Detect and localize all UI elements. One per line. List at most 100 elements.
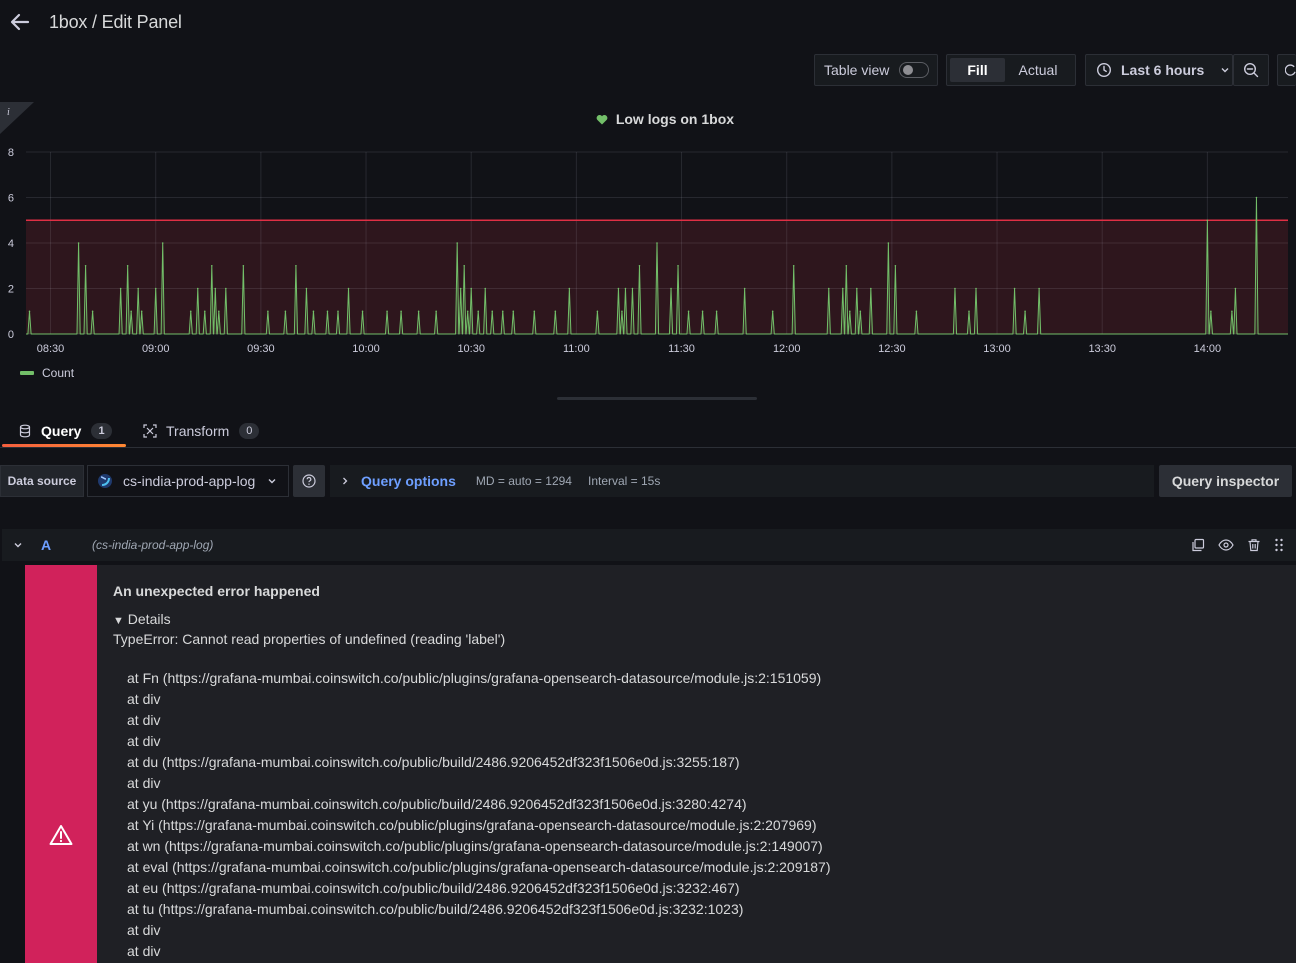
fill-actual-group: Fill Actual <box>946 54 1076 86</box>
stack-line: at div <box>127 775 161 791</box>
triangle-down-icon: ▼ <box>113 615 124 627</box>
x-tick-label: 08:30 <box>37 343 65 355</box>
stack-line: at Yi (https://grafana-mumbai.coinswitch… <box>127 817 817 833</box>
opensearch-logo-icon <box>98 474 112 488</box>
stack-line: at div <box>127 712 161 728</box>
error-details-toggle[interactable]: ▼ Details <box>113 611 1283 627</box>
eye-icon[interactable] <box>1218 538 1234 552</box>
chevron-down-icon[interactable] <box>13 540 23 550</box>
arrow-left-icon[interactable] <box>8 10 32 34</box>
data-point <box>312 310 315 313</box>
error-content: An unexpected error happened ▼ Details T… <box>113 583 1283 962</box>
data-point <box>670 287 672 290</box>
data-point <box>484 287 487 290</box>
x-tick-label: 13:00 <box>983 343 1011 355</box>
tab-query[interactable]: Query 1 <box>18 414 112 448</box>
error-details-label: Details <box>127 611 171 627</box>
data-point <box>849 310 851 313</box>
data-point <box>533 310 536 313</box>
data-point <box>130 310 132 313</box>
chart-legend[interactable]: Count <box>20 366 74 380</box>
data-point <box>621 310 623 313</box>
tab-query-label: Query <box>41 423 82 439</box>
data-point <box>189 310 192 313</box>
data-point <box>196 287 199 290</box>
legend-label: Count <box>42 366 75 380</box>
tab-transform[interactable]: Transform 0 <box>143 414 260 448</box>
data-point <box>347 287 350 290</box>
x-tick-label: 13:30 <box>1088 343 1116 355</box>
panel-title: Low logs on 1box <box>0 111 1296 127</box>
datasource-picker[interactable]: cs-india-prod-app-log <box>87 465 289 497</box>
stack-line: at Fn (https://grafana-mumbai.coinswitch… <box>127 670 822 686</box>
data-point <box>554 310 557 313</box>
stack-line: at div <box>127 943 161 959</box>
y-tick-label: 8 <box>8 147 14 159</box>
table-view-toggle[interactable]: Table view <box>814 54 938 86</box>
data-point <box>677 264 679 267</box>
tab-transform-label: Transform <box>166 423 230 439</box>
data-point <box>1038 287 1040 290</box>
table-view-label: Table view <box>824 62 890 78</box>
stack-line: at eu (https://grafana-mumbai.coinswitch… <box>127 880 740 896</box>
data-point <box>218 310 220 313</box>
duplicate-icon[interactable] <box>1191 538 1205 552</box>
stack-line: at yu (https://grafana-mumbai.coinswitch… <box>127 796 747 812</box>
data-point <box>1024 310 1026 313</box>
data-point <box>491 310 494 313</box>
data-point <box>968 310 970 313</box>
timeseries-chart[interactable]: 0 2 4 6 8 08:30 09:00 09:30 10:00 10:30 11:00 11:30… <box>0 140 1296 360</box>
error-title: An unexpected error happened <box>113 583 320 599</box>
y-tick-label: 2 <box>8 284 14 296</box>
data-point <box>894 264 897 267</box>
actual-button[interactable]: Actual <box>1009 55 1067 85</box>
top-bar: 1box / Edit Panel <box>0 0 1296 46</box>
data-point <box>975 287 977 290</box>
refresh-button[interactable] <box>1277 54 1296 86</box>
drag-handle-icon[interactable] <box>1274 538 1284 552</box>
data-point <box>267 310 269 313</box>
data-point <box>210 264 213 267</box>
x-tick-label: 12:30 <box>878 343 906 355</box>
transform-icon <box>143 424 157 438</box>
time-range-label: Last 6 hours <box>1121 62 1205 78</box>
query-row-header[interactable]: A (cs-india-prod-app-log) <box>2 529 1296 561</box>
data-point <box>126 264 129 267</box>
data-point <box>470 287 473 290</box>
query-inspector-button[interactable]: Query inspector <box>1159 465 1292 497</box>
x-tick-label: 14:00 <box>1194 343 1222 355</box>
fill-button[interactable]: Fill <box>950 58 1005 82</box>
data-point <box>638 264 641 267</box>
data-point <box>225 287 227 290</box>
datasource-help-button[interactable] <box>293 465 325 497</box>
active-tab-indicator <box>2 444 126 447</box>
query-options-bar[interactable]: Query options MD = auto = 1294 Interval … <box>330 465 1154 497</box>
datasource-row: Data source cs-india-prod-app-log Query … <box>0 464 1296 498</box>
panel-resize-handle[interactable] <box>557 397 757 400</box>
query-datasource-hint: (cs-india-prod-app-log) <box>92 538 214 552</box>
data-point <box>1013 287 1016 290</box>
data-point <box>28 310 31 313</box>
data-point <box>77 242 80 244</box>
data-point <box>1255 196 1258 199</box>
table-view-switch[interactable] <box>899 62 930 78</box>
stack-line: at div <box>127 922 161 938</box>
query-options-link[interactable]: Query options <box>361 473 456 489</box>
chevron-down-icon <box>268 479 276 484</box>
zoom-out-button[interactable] <box>1233 54 1269 86</box>
time-picker-button[interactable]: Last 6 hours <box>1085 54 1233 86</box>
stack-line: at div <box>127 691 161 707</box>
data-point <box>119 287 122 290</box>
zoom-out-icon <box>1243 62 1259 78</box>
data-point <box>337 310 339 313</box>
y-tick-label: 0 <box>8 329 14 341</box>
stack-line: at div <box>127 733 161 749</box>
data-point <box>459 287 462 290</box>
data-point <box>1210 310 1212 313</box>
data-point <box>715 310 718 313</box>
x-tick-label: 12:00 <box>773 343 801 355</box>
query-ref-id[interactable]: A <box>41 537 51 553</box>
question-circle-icon <box>302 474 316 488</box>
datasource-label: Data source <box>0 465 84 497</box>
trash-icon[interactable] <box>1247 538 1261 552</box>
